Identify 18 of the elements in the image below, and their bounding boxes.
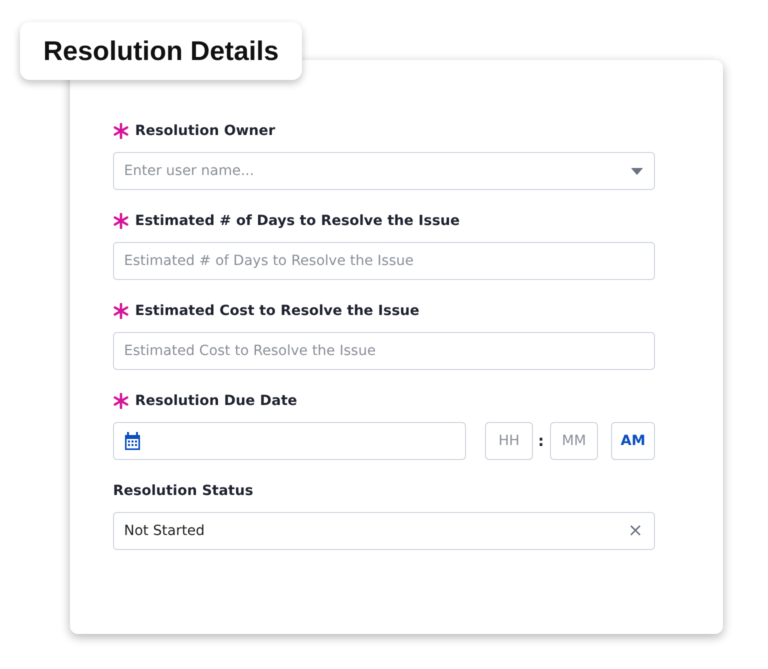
field-label: Estimated Cost to Resolve the Issue	[135, 303, 420, 319]
field-value: Not Started	[124, 523, 205, 539]
caret-icon	[631, 168, 643, 174]
field-label: Resolution Status	[113, 483, 254, 499]
field-label: Estimated # of Days to Resolve the Issue	[135, 213, 460, 229]
minute-field[interactable]: MM	[550, 422, 598, 460]
section-title: Resolution Details	[20, 22, 302, 80]
input-field[interactable]: Estimated Cost to Resolve the Issue	[113, 332, 655, 370]
calendar-icon	[124, 432, 141, 450]
input-field[interactable]: Estimated # of Days to Resolve the Issue	[113, 242, 655, 280]
field-label: Resolution Owner	[135, 123, 276, 139]
hour-field[interactable]: HH	[485, 422, 533, 460]
am-pm-button[interactable]: AM	[611, 422, 655, 460]
date-field[interactable]	[113, 422, 466, 460]
field-label: Resolution Due Date	[135, 393, 298, 409]
status-field[interactable]: Not Started ×	[113, 512, 655, 550]
clear-button[interactable]: ×	[628, 522, 643, 540]
time-separator: :	[538, 432, 544, 450]
